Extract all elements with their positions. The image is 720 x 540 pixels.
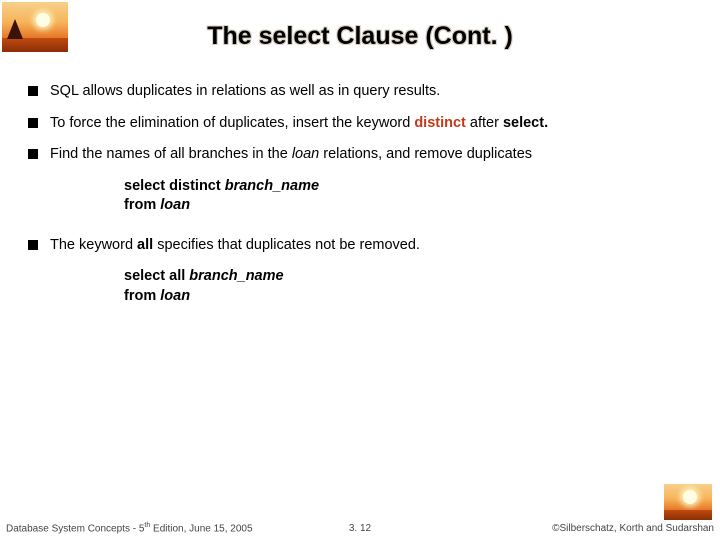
text-fragment: The keyword [50, 237, 137, 253]
text-fragment: relations, and remove duplicates [319, 146, 532, 162]
code-ident: loan [160, 197, 190, 213]
code-line: from loan [124, 196, 692, 216]
bullet-square-icon [28, 240, 38, 250]
slide: The select Clause (Cont. ) SQL allows du… [0, 0, 720, 540]
code-line: from loan [124, 287, 692, 307]
text-bold: all [137, 237, 153, 253]
code-ident: branch_name [189, 268, 283, 284]
bullet-item: Find the names of all branches in the lo… [28, 145, 692, 165]
footer: Database System Concepts - 5th Edition, … [0, 518, 720, 534]
bullet-text: To force the elimination of duplicates, … [50, 114, 692, 134]
slide-title: The select Clause (Cont. ) [0, 22, 720, 51]
text-italic: loan [292, 146, 319, 162]
code-ident: loan [160, 288, 190, 304]
footer-copyright: ©Silberschatz, Korth and Sudarshan [552, 523, 714, 534]
text-bold: select. [503, 115, 548, 131]
code-keyword: from [124, 288, 160, 304]
code-block: select all branch_name from loan [124, 267, 692, 306]
code-block: select distinct branch_name from loan [124, 177, 692, 216]
text-fragment: after [466, 115, 503, 131]
decorative-image-bottom-right [664, 484, 712, 520]
bullet-text: The keyword all specifies that duplicate… [50, 236, 692, 256]
bullet-item: SQL allows duplicates in relations as we… [28, 82, 692, 102]
code-line: select distinct branch_name [124, 177, 692, 197]
bullet-square-icon [28, 149, 38, 159]
bullet-item: To force the elimination of duplicates, … [28, 114, 692, 134]
bullet-square-icon [28, 118, 38, 128]
code-keyword: select all [124, 268, 189, 284]
bullet-item: The keyword all specifies that duplicate… [28, 236, 692, 256]
code-ident: branch_name [225, 178, 319, 194]
bullet-text: SQL allows duplicates in relations as we… [50, 82, 692, 102]
bullet-square-icon [28, 86, 38, 96]
text-fragment: To force the elimination of duplicates, … [50, 115, 414, 131]
code-keyword: select distinct [124, 178, 225, 194]
keyword-distinct: distinct [414, 115, 466, 131]
code-line: select all branch_name [124, 267, 692, 287]
text-fragment: specifies that duplicates not be removed… [153, 237, 420, 253]
text-fragment: Find the names of all branches in the [50, 146, 292, 162]
code-keyword: from [124, 197, 160, 213]
bullet-text: Find the names of all branches in the lo… [50, 145, 692, 165]
slide-content: SQL allows duplicates in relations as we… [28, 82, 692, 327]
